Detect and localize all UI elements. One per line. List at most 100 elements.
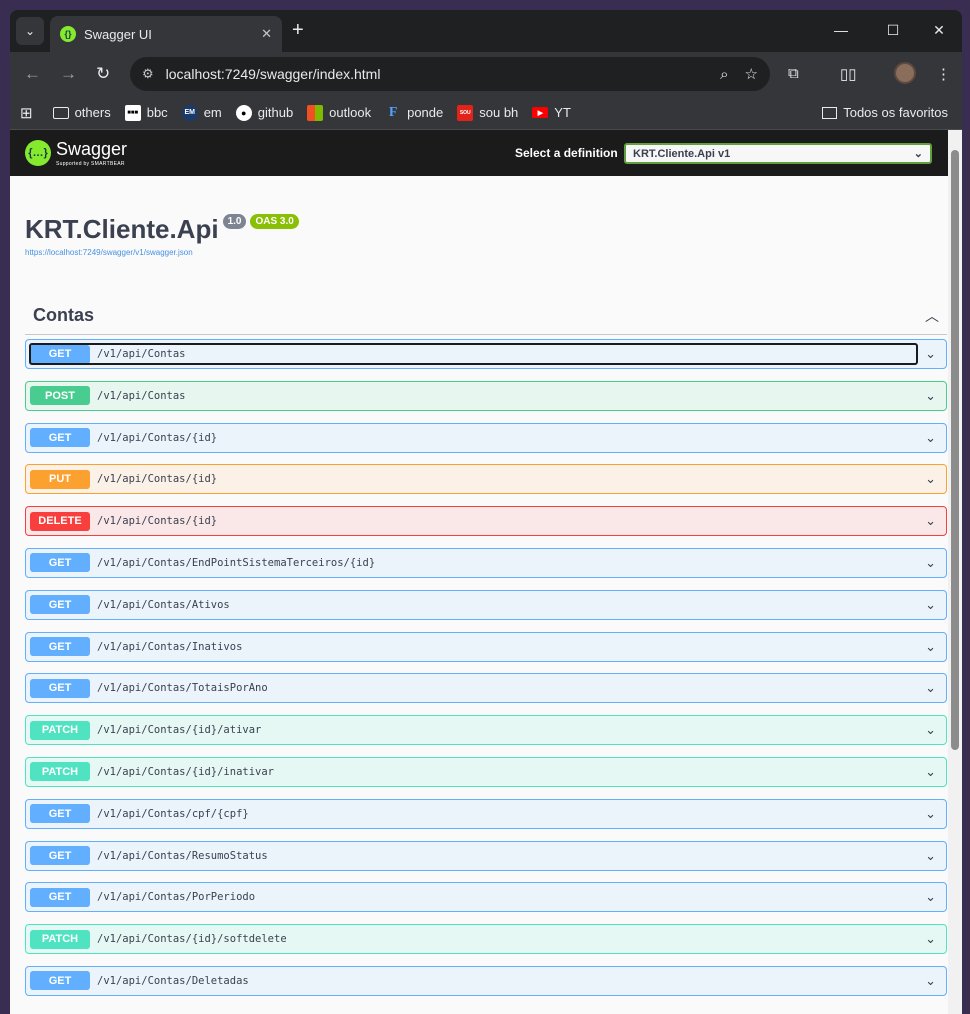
- bookmark-others[interactable]: others: [52, 105, 111, 120]
- github-icon: ●: [235, 104, 252, 121]
- chevron-down-icon[interactable]: ⌄: [925, 430, 936, 446]
- chevron-down-icon[interactable]: ⌄: [925, 931, 936, 947]
- bookmark-label: bbc: [146, 105, 168, 120]
- operation-get[interactable]: GET/v1/api/Contas/Deletadas ⌄: [25, 965, 947, 996]
- operation-patch[interactable]: PATCH/v1/api/Contas/{id}/softdelete ⌄: [25, 924, 947, 955]
- tag-header-contas[interactable]: Contas ︿: [25, 297, 947, 335]
- window-close-button[interactable]: ✕: [916, 10, 962, 50]
- chevron-down-icon[interactable]: ⌄: [925, 848, 936, 864]
- operation-get[interactable]: GET/v1/api/Contas/PorPeriodo ⌄: [25, 882, 947, 913]
- bookmark-yt[interactable]: ▶ YT: [532, 105, 571, 120]
- chevron-down-icon[interactable]: ⌄: [925, 471, 936, 487]
- definition-select[interactable]: KRT.Cliente.Api v1 ⌄: [624, 143, 932, 164]
- method-badge: PATCH: [30, 720, 90, 740]
- method-badge: PATCH: [30, 929, 90, 949]
- version-badge: 1.0: [222, 214, 247, 229]
- ponde-icon: F: [388, 104, 398, 120]
- bookmark-label: YT: [554, 105, 571, 120]
- back-icon[interactable]: ←: [24, 64, 41, 84]
- method-badge: DELETE: [30, 511, 90, 531]
- operation-get[interactable]: GET/v1/api/Contas/Inativos ⌄: [25, 631, 947, 662]
- maximize-button[interactable]: ☐: [870, 10, 916, 50]
- bookmark-label: outlook: [329, 105, 372, 120]
- operation-post[interactable]: POST/v1/api/Contas ⌄: [25, 380, 947, 411]
- operation-get[interactable]: GET/v1/api/Contas/ResumoStatus ⌄: [25, 840, 947, 871]
- chevron-down-icon[interactable]: ⌄: [925, 388, 936, 404]
- all-bookmarks-label: Todos os favoritos: [843, 105, 948, 120]
- all-bookmarks[interactable]: Todos os favoritos: [822, 105, 948, 120]
- bookmark-bbc[interactable]: ■■■ bbc: [124, 104, 168, 121]
- chevron-down-icon[interactable]: ⌄: [925, 889, 936, 905]
- reading-mode-icon[interactable]: ▯▯: [840, 65, 857, 83]
- bookmark-label: others: [74, 105, 111, 120]
- menu-icon[interactable]: ⋮: [936, 65, 951, 83]
- definition-label: Select a definition: [515, 146, 618, 160]
- operation-path: /v1/api/Contas/PorPeriodo: [97, 891, 256, 904]
- operation-get[interactable]: GET/v1/api/Contas ⌄: [25, 339, 947, 369]
- bookmark-em[interactable]: EM em: [181, 104, 222, 121]
- swagger-logo[interactable]: {…} Swagger Supported by SMARTBEAR: [25, 140, 127, 167]
- bookmark-label: em: [203, 105, 222, 120]
- tab-search-button[interactable]: ⌄: [16, 17, 44, 45]
- method-badge: PATCH: [30, 762, 90, 782]
- profile-avatar[interactable]: [894, 62, 916, 84]
- method-badge: GET: [30, 804, 90, 824]
- chevron-down-icon: ⌄: [24, 24, 36, 38]
- chevron-down-icon[interactable]: ⌄: [925, 806, 936, 822]
- operation-put[interactable]: PUT/v1/api/Contas/{id} ⌄: [25, 464, 947, 495]
- operation-patch[interactable]: PATCH/v1/api/Contas/{id}/inativar ⌄: [25, 756, 947, 787]
- oas-badge: OAS 3.0: [250, 214, 299, 229]
- bookmark-star-icon[interactable]: ☆: [745, 65, 758, 83]
- browser-toolbar: ← → ↻ ⚙ localhost:7249/swagger/index.htm…: [10, 52, 962, 96]
- chevron-down-icon[interactable]: ⌄: [925, 680, 936, 696]
- extensions-icon[interactable]: ⧉: [788, 65, 799, 82]
- spec-link[interactable]: https://localhost:7249/swagger/v1/swagge…: [25, 248, 947, 257]
- site-info-icon[interactable]: ⚙: [142, 66, 154, 82]
- operation-path: /v1/api/Contas/{id}/ativar: [97, 724, 262, 737]
- operations-list: GET/v1/api/Contas ⌄ POST/v1/api/Contas ⌄ GET…: [25, 339, 947, 996]
- reload-icon[interactable]: ↻: [96, 64, 110, 84]
- chevron-up-icon[interactable]: ︿: [925, 306, 939, 326]
- operation-get[interactable]: GET/v1/api/Contas/EndPointSistemaTerceir…: [25, 547, 947, 578]
- chevron-down-icon[interactable]: ⌄: [925, 513, 936, 529]
- chevron-down-icon[interactable]: ⌄: [925, 973, 936, 989]
- definition-value: KRT.Cliente.Api v1: [633, 147, 731, 160]
- bookmark-github[interactable]: ● github: [235, 104, 293, 121]
- zoom-icon[interactable]: ⌕: [720, 66, 728, 83]
- method-badge: GET: [30, 595, 90, 615]
- chevron-down-icon[interactable]: ⌄: [925, 722, 936, 738]
- chevron-down-icon[interactable]: ⌄: [925, 555, 936, 571]
- chevron-down-icon[interactable]: ⌄: [925, 639, 936, 655]
- operation-get[interactable]: GET/v1/api/Contas/TotaisPorAno ⌄: [25, 673, 947, 704]
- logo-subtext: Supported by SMARTBEAR: [56, 160, 125, 167]
- operation-path: /v1/api/Contas/{id}/inativar: [97, 765, 275, 778]
- new-tab-button[interactable]: +: [292, 20, 304, 40]
- api-info: KRT.Cliente.Api 1.0 OAS 3.0 https://loca…: [10, 176, 962, 257]
- chevron-down-icon[interactable]: ⌄: [925, 597, 936, 613]
- operation-get[interactable]: GET/v1/api/Contas/{id} ⌄: [25, 422, 947, 453]
- minimize-button[interactable]: —: [818, 10, 864, 50]
- forward-icon[interactable]: →: [60, 64, 77, 84]
- close-icon[interactable]: ✕: [261, 26, 272, 42]
- scrollbar[interactable]: [948, 130, 962, 1014]
- folder-icon: [52, 106, 69, 119]
- tab-swagger[interactable]: {} Swagger UI ✕: [50, 16, 282, 52]
- chevron-down-icon[interactable]: ⌄: [925, 346, 936, 362]
- scrollbar-thumb[interactable]: [951, 150, 959, 750]
- operation-get[interactable]: GET/v1/api/Contas/cpf/{cpf} ⌄: [25, 798, 947, 829]
- bookmark-outlook[interactable]: outlook: [307, 104, 372, 121]
- bookmark-soubh[interactable]: SOU sou bh: [457, 104, 518, 121]
- operation-delete[interactable]: DELETE/v1/api/Contas/{id} ⌄: [25, 506, 947, 537]
- method-badge: GET: [30, 344, 90, 364]
- operation-get[interactable]: GET/v1/api/Contas/Ativos ⌄: [25, 589, 947, 620]
- method-badge: PUT: [30, 469, 90, 489]
- chevron-down-icon[interactable]: ⌄: [925, 764, 936, 780]
- url-text[interactable]: localhost:7249/swagger/index.html: [166, 66, 704, 82]
- operation-patch[interactable]: PATCH/v1/api/Contas/{id}/ativar ⌄: [25, 715, 947, 746]
- bookmark-ponde[interactable]: F ponde: [385, 105, 443, 121]
- apps-icon[interactable]: ⊞: [20, 104, 33, 122]
- windows-icon: [307, 104, 324, 121]
- address-bar[interactable]: ⚙ localhost:7249/swagger/index.html ⌕ ☆: [130, 57, 770, 91]
- page-content: {…} Swagger Supported by SMARTBEAR Selec…: [10, 130, 962, 1014]
- operation-path: /v1/api/Contas/cpf/{cpf}: [97, 807, 249, 820]
